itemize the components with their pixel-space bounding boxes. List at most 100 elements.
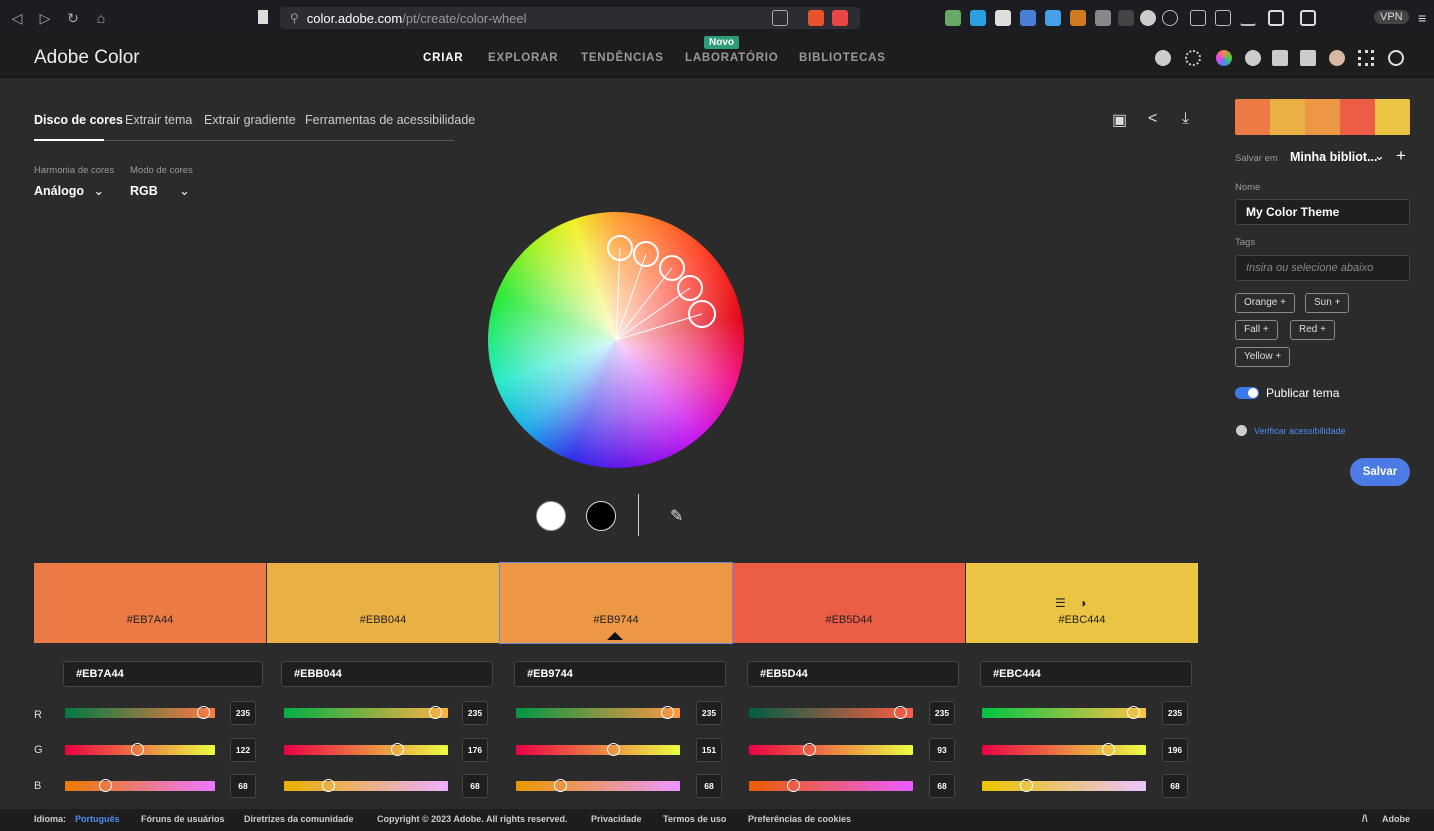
extension-icon[interactable] (1140, 10, 1156, 26)
app-logo[interactable]: Adobe Color (34, 47, 140, 69)
menu-icon[interactable]: ≡ (1418, 10, 1426, 26)
extension-icon[interactable] (945, 10, 961, 26)
harmony-dropdown[interactable]: Análogo ⌄ (34, 183, 104, 198)
channel-value-b[interactable]: 68 (696, 774, 722, 798)
home-icon[interactable]: ⌂ (90, 7, 112, 29)
tag-sun[interactable]: Sun + (1305, 293, 1350, 313)
color-wheel-markers[interactable] (488, 212, 744, 468)
slider-b[interactable] (516, 779, 680, 792)
slider-handle[interactable] (429, 706, 443, 719)
media-icon[interactable] (1215, 10, 1231, 26)
extension-icon[interactable] (1095, 10, 1111, 26)
slider-r[interactable] (749, 706, 913, 719)
tab-ferramentas-acessibilidade[interactable]: Ferramentas de acessibilidade (305, 113, 475, 127)
share-icon[interactable] (772, 10, 788, 26)
creative-cloud-icon[interactable] (1388, 50, 1404, 66)
language-link[interactable]: Português (75, 814, 120, 824)
apps-grid-icon[interactable] (1358, 50, 1374, 66)
hex-input[interactable]: #EBC444 (980, 661, 1192, 687)
fullscreen-icon[interactable]: ▣ (1112, 110, 1127, 130)
extension-icon[interactable] (970, 10, 986, 26)
slider-r[interactable] (65, 706, 215, 719)
slider-g[interactable] (516, 743, 680, 756)
channel-value-r[interactable]: 235 (1162, 701, 1188, 725)
sidebar-icon[interactable] (1268, 10, 1284, 26)
nav-laboratorio[interactable]: LABORATÓRIO (685, 52, 779, 64)
eyedropper-icon[interactable]: ✎ (670, 506, 683, 526)
channel-value-g[interactable]: 151 (696, 738, 722, 762)
slider-handle[interactable] (1127, 706, 1141, 719)
channel-value-g[interactable]: 196 (1162, 738, 1188, 762)
save-button[interactable]: Salvar (1350, 458, 1410, 486)
tab-extrair-gradiente[interactable]: Extrair gradiente (204, 113, 296, 127)
slider-g[interactable] (65, 743, 215, 756)
channel-value-g[interactable]: 176 (462, 738, 488, 762)
channel-value-r[interactable]: 235 (462, 701, 488, 725)
channel-value-b[interactable]: 68 (230, 774, 256, 798)
brave-rewards-icon[interactable] (832, 10, 848, 26)
slider-handle[interactable] (130, 743, 144, 756)
slider-handle[interactable] (553, 779, 567, 792)
footer-link[interactable]: Termos de uso (663, 814, 726, 824)
color-swatch-base[interactable]: #EB9744 (499, 562, 733, 644)
channel-value-b[interactable]: 68 (462, 774, 488, 798)
forward-icon[interactable]: ▷ (34, 7, 56, 29)
footer-link[interactable]: Preferências de cookies (748, 814, 851, 824)
brave-shield-icon[interactable] (808, 10, 824, 26)
color-wheel-icon[interactable] (1216, 50, 1232, 66)
hex-input[interactable]: #EB9744 (514, 661, 726, 687)
help-icon[interactable] (1245, 50, 1261, 66)
channel-value-r[interactable]: 235 (230, 701, 256, 725)
channel-value-g[interactable]: 93 (929, 738, 955, 762)
slider-handle[interactable] (391, 743, 405, 756)
chevron-down-icon[interactable]: ⌄ (1374, 148, 1385, 164)
color-swatch[interactable]: #EBB044 (267, 563, 499, 643)
nav-explorar[interactable]: EXPLORAR (488, 52, 558, 64)
color-mode-dropdown[interactable]: RGB ⌄ (130, 183, 190, 198)
bookmark-icon[interactable] (258, 10, 268, 24)
tab-extrair-tema[interactable]: Extrair tema (125, 113, 192, 127)
hex-input[interactable]: #EB5D44 (747, 661, 959, 687)
nav-tendencias[interactable]: TENDÊNCIAS (581, 52, 664, 64)
notification-icon[interactable] (1272, 50, 1288, 66)
slider-g[interactable] (749, 743, 913, 756)
slider-handle[interactable] (802, 743, 816, 756)
theme-toggle-icon[interactable] (1185, 50, 1201, 66)
site-settings-icon[interactable]: ⚲ (290, 11, 299, 25)
slider-handle[interactable] (607, 743, 621, 756)
tag-yellow[interactable]: Yellow + (1235, 347, 1291, 367)
channel-value-r[interactable]: 235 (696, 701, 722, 725)
check-accessibility-link[interactable]: Verificar acessibilidade (1254, 426, 1346, 436)
back-icon[interactable]: ◁ (6, 7, 28, 29)
channel-value-b[interactable]: 68 (1162, 774, 1188, 798)
slider-b[interactable] (749, 779, 913, 792)
channel-value-g[interactable]: 122 (230, 738, 256, 762)
wallet-icon[interactable] (1300, 10, 1316, 26)
slider-handle[interactable] (894, 706, 908, 719)
black-swatch-button[interactable] (586, 501, 616, 531)
footer-link[interactable]: Diretrizes da comunidade (244, 814, 354, 824)
slider-handle[interactable] (197, 706, 211, 719)
sliders-icon[interactable]: ☰ (1055, 596, 1066, 610)
reload-icon[interactable]: ↻ (62, 7, 84, 29)
extension-icon[interactable] (1020, 10, 1036, 26)
publish-toggle[interactable] (1235, 387, 1259, 399)
footer-link[interactable]: Fóruns de usuários (141, 814, 225, 824)
slider-handle[interactable] (661, 706, 675, 719)
channel-value-r[interactable]: 235 (929, 701, 955, 725)
tag-red[interactable]: Red + (1290, 320, 1335, 340)
slider-handle[interactable] (99, 779, 112, 792)
achievement-icon[interactable] (1155, 50, 1171, 66)
color-swatch[interactable]: #EB7A44 (34, 563, 266, 643)
extension-icon[interactable] (1162, 10, 1178, 26)
extension-icon[interactable] (1118, 10, 1134, 26)
share-icon[interactable]: < (1148, 110, 1157, 128)
slider-r[interactable] (284, 706, 448, 719)
download-icon[interactable]: ⤓ (1182, 110, 1189, 128)
slider-b[interactable] (982, 779, 1146, 792)
tags-input[interactable]: Insira ou selecione abaixo (1235, 255, 1410, 281)
slider-g[interactable] (982, 743, 1146, 756)
nav-bibliotecas[interactable]: BIBLIOTECAS (799, 52, 886, 64)
vpn-button[interactable]: VPN (1374, 10, 1409, 24)
extension-icon[interactable] (1045, 10, 1061, 26)
